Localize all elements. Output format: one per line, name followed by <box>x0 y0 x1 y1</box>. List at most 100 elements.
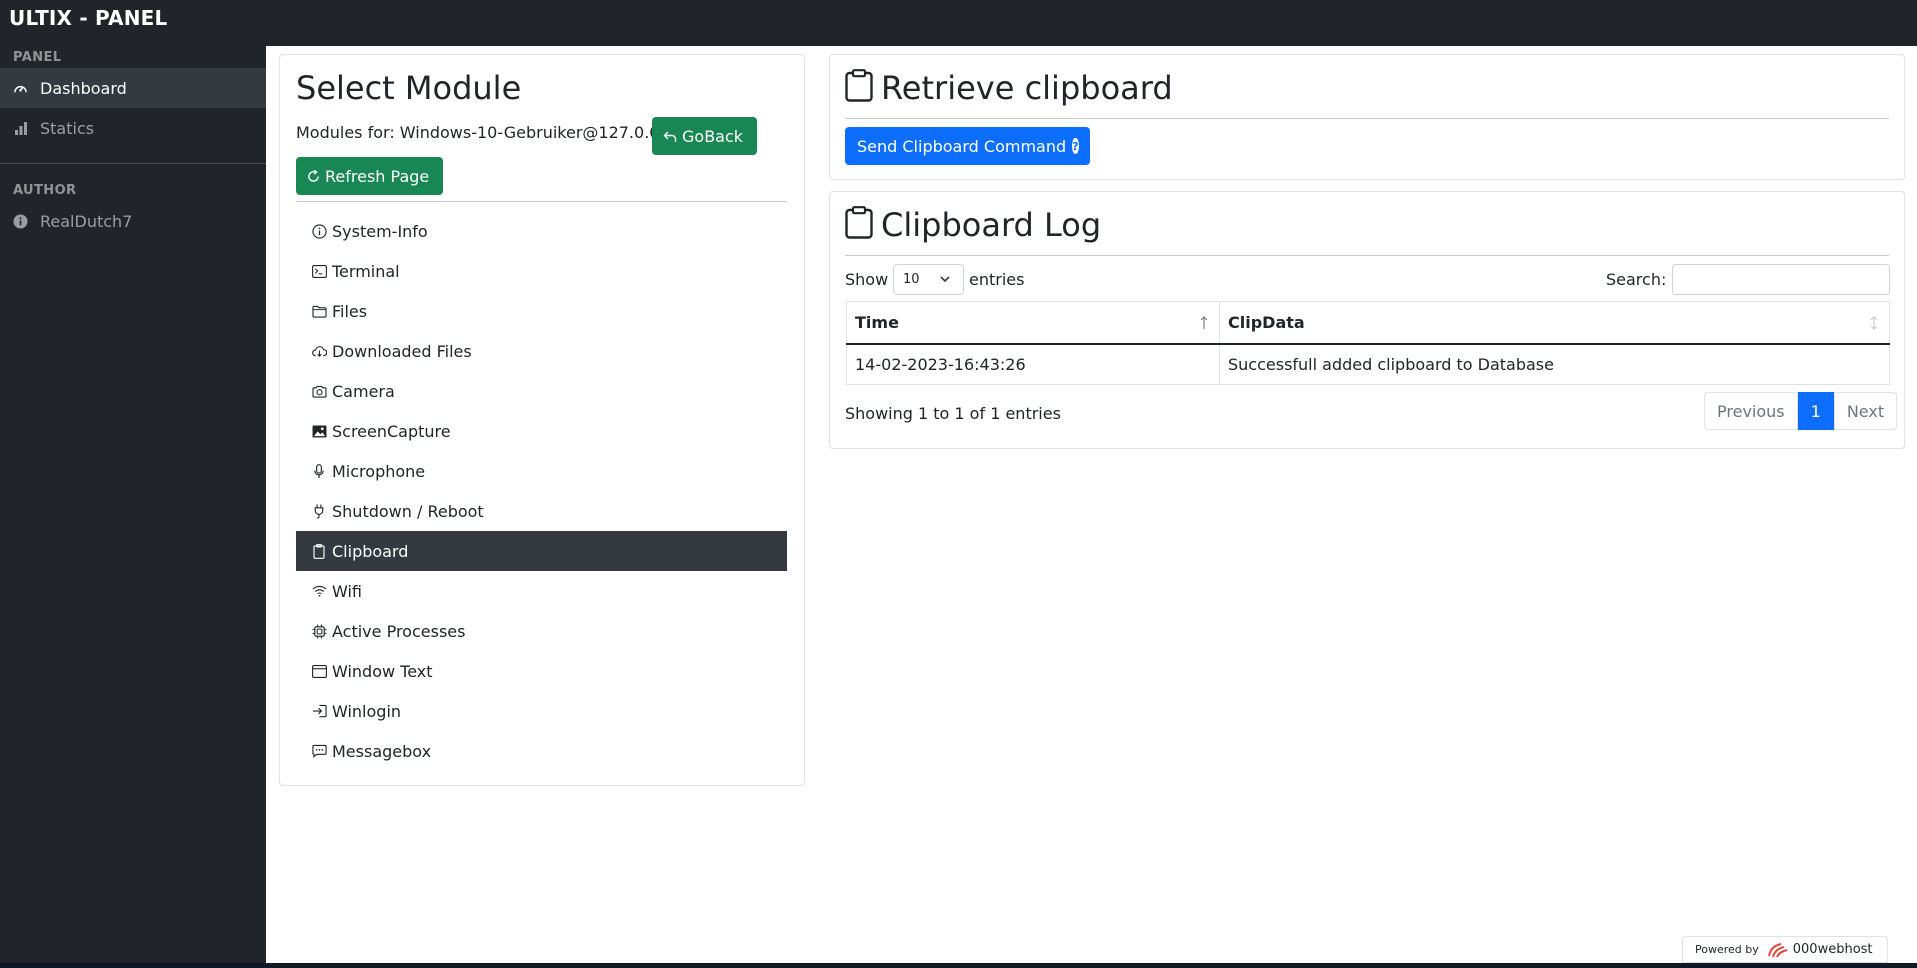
sidebar-item-statics[interactable]: Statics <box>0 108 266 148</box>
table-row: 14-02-2023-16:43:26 Successfull added cl… <box>846 343 1890 385</box>
sidebar-item-label: Statics <box>40 118 95 138</box>
brand-title[interactable]: ULTIX - PANEL <box>9 6 167 30</box>
table-header-row: Time ClipData <box>846 301 1890 345</box>
sidebar-item-author[interactable]: RealDutch7 <box>0 201 266 241</box>
retrieve-divider <box>845 118 1889 119</box>
top-navbar: ULTIX - PANEL <box>0 0 1917 46</box>
module-item-label: Winlogin <box>332 701 402 721</box>
module-item-terminal[interactable]: Terminal <box>296 251 787 291</box>
module-item-shutdown-reboot[interactable]: Shutdown / Reboot <box>296 491 787 531</box>
webhost-logo: 000webhost <box>1766 942 1873 958</box>
entries-select-value: 10 <box>903 272 920 287</box>
pagination-page-1[interactable]: 1 <box>1797 392 1834 430</box>
sort-ascending-icon <box>1199 315 1209 335</box>
module-item-window-text[interactable]: Window Text <box>296 651 787 691</box>
module-item-microphone[interactable]: Microphone <box>296 451 787 491</box>
module-item-messagebox[interactable]: Messagebox <box>296 731 787 771</box>
refresh-page-button[interactable]: Refresh Page <box>296 157 443 195</box>
bar-chart-icon <box>13 121 28 136</box>
clipboard-icon <box>845 69 873 110</box>
image-icon <box>311 423 327 439</box>
table-info: Showing 1 to 1 of 1 entries <box>845 404 1061 423</box>
module-item-label: Shutdown / Reboot <box>332 501 484 521</box>
table-cell-clipdata: Successfull added clipboard to Database <box>1219 343 1890 385</box>
module-item-active-processes[interactable]: Active Processes <box>296 611 787 651</box>
search-label: Search: <box>1606 270 1667 289</box>
module-item-clipboard[interactable]: Clipboard <box>296 531 787 571</box>
column-header-time[interactable]: Time <box>846 301 1220 345</box>
module-divider <box>296 201 787 202</box>
refresh-label: Refresh Page <box>325 166 430 186</box>
camera-icon <box>311 383 327 399</box>
sidebar-divider <box>0 163 266 164</box>
pagination-next[interactable]: Next <box>1833 392 1898 430</box>
info-icon <box>311 223 327 239</box>
retrieve-clipboard-card: Retrieve clipboard Send Clipboard Comman… <box>829 54 1905 180</box>
send-clipboard-command-button[interactable]: Send Clipboard Command ? <box>845 127 1090 165</box>
sidebar-item-label: Dashboard <box>40 78 127 98</box>
column-header-label: Time <box>855 312 899 332</box>
module-item-label: ScreenCapture <box>332 421 451 441</box>
entries-label: entries <box>969 270 1025 289</box>
column-header-clipdata[interactable]: ClipData <box>1219 301 1890 345</box>
module-item-label: Microphone <box>332 461 426 481</box>
module-item-label: Active Processes <box>332 621 466 641</box>
entries-select[interactable]: 10 <box>893 264 964 295</box>
plug-icon <box>311 503 327 519</box>
login-icon <box>311 703 327 719</box>
pagination: Previous 1 Next <box>1704 392 1898 430</box>
clipboard-log-card: Clipboard Log Show 10 entries Search: Ti… <box>829 191 1905 449</box>
sort-icon <box>1869 315 1879 335</box>
sidebar-heading-author: AUTHOR <box>13 183 77 198</box>
module-item-label: Files <box>332 301 368 321</box>
window-icon <box>311 663 327 679</box>
module-list: System-Info Terminal Files Downloaded Fi… <box>296 211 787 771</box>
module-item-label: Clipboard <box>332 541 409 561</box>
module-item-downloaded-files[interactable]: Downloaded Files <box>296 331 787 371</box>
cloud-download-icon <box>311 343 327 359</box>
speedometer-icon <box>13 81 28 96</box>
goback-button[interactable]: GoBack <box>652 117 757 155</box>
powered-by-badge[interactable]: Powered by 000webhost <box>1682 936 1888 963</box>
retrieve-clipboard-title: Retrieve clipboard <box>881 69 1173 107</box>
sidebar: PANEL Dashboard Statics AUTHOR RealDutch… <box>0 46 266 963</box>
module-item-winlogin[interactable]: Winlogin <box>296 691 787 731</box>
terminal-icon <box>311 263 327 279</box>
clipboard-log-title: Clipboard Log <box>881 206 1102 244</box>
sidebar-item-dashboard[interactable]: Dashboard <box>0 68 266 108</box>
search-input[interactable] <box>1672 264 1890 295</box>
module-item-screencapture[interactable]: ScreenCapture <box>296 411 787 451</box>
table-cell-time: 14-02-2023-16:43:26 <box>846 343 1220 385</box>
send-clipboard-label: Send Clipboard Command <box>857 136 1067 156</box>
module-item-label: Downloaded Files <box>332 341 472 361</box>
help-icon: ? <box>1072 138 1079 154</box>
module-item-wifi[interactable]: Wifi <box>296 571 787 611</box>
goback-label: GoBack <box>682 126 744 146</box>
powered-by-text: Powered by <box>1695 943 1759 956</box>
module-item-label: Messagebox <box>332 741 432 761</box>
taskbar-strip <box>0 963 1917 968</box>
info-icon <box>13 213 28 229</box>
select-module-card: Select Module Modules for: Windows-10-Ge… <box>279 54 805 786</box>
module-item-label: System-Info <box>332 221 428 241</box>
webhost-logo-icon <box>1767 942 1788 957</box>
retrieve-clipboard-heading: Retrieve clipboard <box>845 69 1173 110</box>
module-item-camera[interactable]: Camera <box>296 371 787 411</box>
refresh-icon <box>307 169 320 183</box>
clipboard-icon <box>845 206 873 247</box>
clipboard-icon <box>311 543 327 559</box>
clipboard-log-heading: Clipboard Log <box>845 206 1101 247</box>
microphone-icon <box>311 463 327 479</box>
log-divider <box>845 255 1889 256</box>
sidebar-heading-panel: PANEL <box>13 50 62 65</box>
module-item-label: Camera <box>332 381 395 401</box>
column-header-label: ClipData <box>1228 312 1305 332</box>
module-item-system-info[interactable]: System-Info <box>296 211 787 251</box>
select-module-title: Select Module <box>296 69 522 107</box>
sidebar-item-label: RealDutch7 <box>40 211 133 231</box>
chevron-down-icon <box>939 273 951 289</box>
chat-icon <box>311 743 327 759</box>
pagination-previous[interactable]: Previous <box>1704 392 1798 430</box>
module-item-files[interactable]: Files <box>296 291 787 331</box>
module-item-label: Window Text <box>332 661 433 681</box>
